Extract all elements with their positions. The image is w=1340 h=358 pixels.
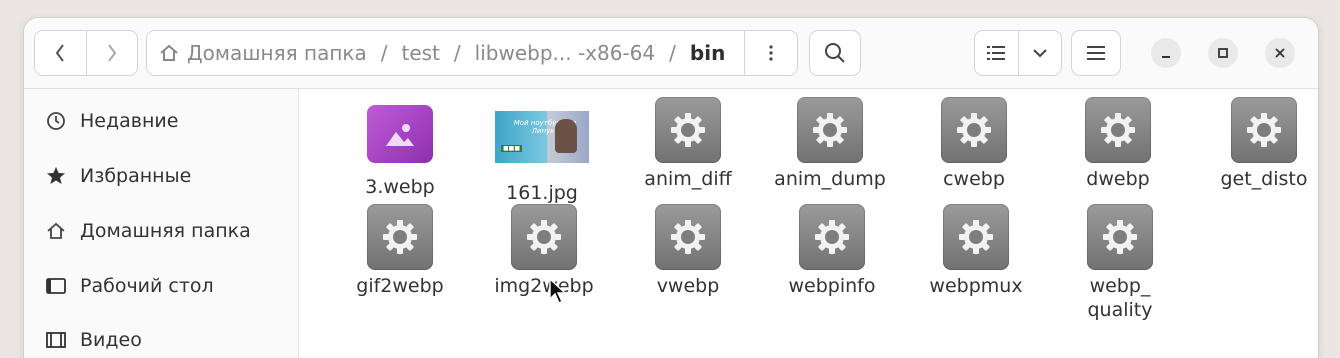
search-icon: [825, 43, 845, 63]
executable-gear-icon: [797, 97, 863, 163]
file-name: get_disto: [1220, 168, 1308, 190]
sidebar-item-label: Недавние: [80, 110, 179, 132]
list-view-button[interactable]: [975, 31, 1018, 75]
sidebar-item-label: Домашняя папка: [80, 220, 251, 242]
file-name: 3.webp: [365, 176, 435, 198]
executable-gear-icon: [655, 204, 721, 270]
view-options-button[interactable]: [1017, 31, 1062, 75]
home-icon: [44, 219, 68, 243]
file-item[interactable]: cwebp: [909, 97, 1039, 191]
main-menu-button[interactable]: [1071, 30, 1121, 76]
clock-icon: [44, 109, 68, 133]
executable-gear-icon: [1085, 97, 1151, 163]
image-file-icon: [367, 105, 433, 171]
back-button[interactable]: [35, 31, 86, 75]
desktop-icon: [44, 274, 68, 298]
path-bar: Домашняя папка / test / libwebp... -x86-…: [146, 30, 798, 76]
file-name: anim_dump: [774, 168, 886, 190]
file-name: dwebp: [1086, 168, 1150, 190]
file-item[interactable]: webp_ quality: [1055, 204, 1185, 322]
photo-thumbnail: Мой ноутбук для Линукс ■■■: [495, 111, 589, 177]
path-segment-test[interactable]: test: [402, 41, 440, 65]
file-item[interactable]: anim_dump: [765, 97, 895, 191]
file-item[interactable]: vwebp: [623, 204, 753, 298]
thumbnail-person: [555, 119, 577, 153]
file-item[interactable]: get_disto: [1199, 97, 1318, 191]
navigation-buttons: [34, 30, 138, 76]
chevron-right-icon: [107, 44, 116, 62]
minimize-icon: [1162, 56, 1170, 58]
file-name: cwebp: [943, 168, 1005, 190]
executable-gear-icon: [1231, 97, 1297, 163]
path-separator: /: [669, 41, 676, 65]
search-button[interactable]: [809, 30, 861, 76]
file-item[interactable]: webpmux: [911, 204, 1041, 298]
path-separator: /: [453, 41, 461, 65]
file-name: gif2webp: [356, 275, 444, 297]
file-item[interactable]: anim_diff: [623, 97, 753, 191]
file-item[interactable]: dwebp: [1053, 97, 1183, 191]
executable-gear-icon: [655, 97, 721, 163]
star-icon: [44, 164, 68, 188]
sidebar-item-label: Рабочий стол: [80, 275, 214, 297]
path-segment-home[interactable]: Домашняя папка: [187, 41, 367, 65]
chevron-left-icon: [56, 44, 65, 62]
maximize-icon: [1218, 48, 1228, 58]
sidebar-item-starred[interactable]: Избранные: [44, 161, 191, 191]
close-icon: [1275, 48, 1285, 58]
file-item[interactable]: Мой ноутбук для Линукс ■■■ 161.jpg: [477, 101, 607, 205]
chevron-down-icon: [1033, 49, 1047, 58]
file-name: webpinfo: [788, 275, 876, 297]
hamburger-menu-icon: [1087, 46, 1105, 60]
file-name: webp_ quality: [1087, 275, 1153, 321]
close-button[interactable]: [1265, 38, 1295, 68]
sidebar-item-label: Избранные: [80, 165, 192, 187]
maximize-button[interactable]: [1208, 38, 1238, 68]
sidebar-item-desktop[interactable]: Рабочий стол: [44, 271, 214, 301]
executable-gear-icon: [367, 204, 433, 270]
path-segment-libwebp[interactable]: libwebp... -x86-64: [475, 41, 655, 65]
executable-gear-icon: [511, 204, 577, 270]
executable-gear-icon: [1087, 204, 1153, 270]
executable-gear-icon: [943, 204, 1009, 270]
sidebar-item-recent[interactable]: Недавние: [44, 106, 178, 136]
list-view-icon: [987, 46, 1006, 60]
minimize-button[interactable]: [1151, 38, 1181, 68]
file-name: img2webp: [494, 275, 594, 297]
more-vertical-icon: [769, 45, 773, 61]
mouse-pointer-icon: [549, 278, 567, 304]
file-item[interactable]: gif2webp: [335, 204, 465, 298]
thumbnail-badge: ■■■: [501, 145, 523, 152]
home-icon: [160, 44, 178, 61]
file-item[interactable]: webpinfo: [767, 204, 897, 298]
path-separator: /: [380, 41, 388, 65]
forward-button[interactable]: [85, 31, 138, 75]
path-segment-current[interactable]: bin: [690, 41, 725, 65]
executable-gear-icon: [941, 97, 1007, 163]
file-item[interactable]: 3.webp: [335, 101, 465, 199]
header-bar: Домашняя папка / test / libwebp... -x86-…: [24, 18, 1318, 89]
file-name: webpmux: [929, 275, 1023, 297]
file-name: vwebp: [656, 275, 720, 297]
file-grid: 3.webp Мой ноутбук для Линукс ■■■ 161.jp…: [299, 89, 1318, 358]
film-icon: [44, 328, 68, 352]
file-name: 161.jpg: [506, 182, 578, 204]
sidebar-item-videos[interactable]: Видео: [44, 325, 142, 355]
file-manager-window: Домашняя папка / test / libwebp... -x86-…: [24, 18, 1318, 358]
path-menu-button[interactable]: [744, 31, 797, 75]
executable-gear-icon: [799, 204, 865, 270]
file-item[interactable]: img2webp: [479, 204, 609, 298]
view-buttons: [974, 30, 1062, 76]
sidebar: Недавние Избранные Домашняя папка Рабочи…: [24, 89, 299, 358]
file-name: anim_diff: [644, 168, 732, 190]
sidebar-item-label: Видео: [80, 329, 142, 351]
sidebar-item-home[interactable]: Домашняя папка: [44, 216, 251, 246]
